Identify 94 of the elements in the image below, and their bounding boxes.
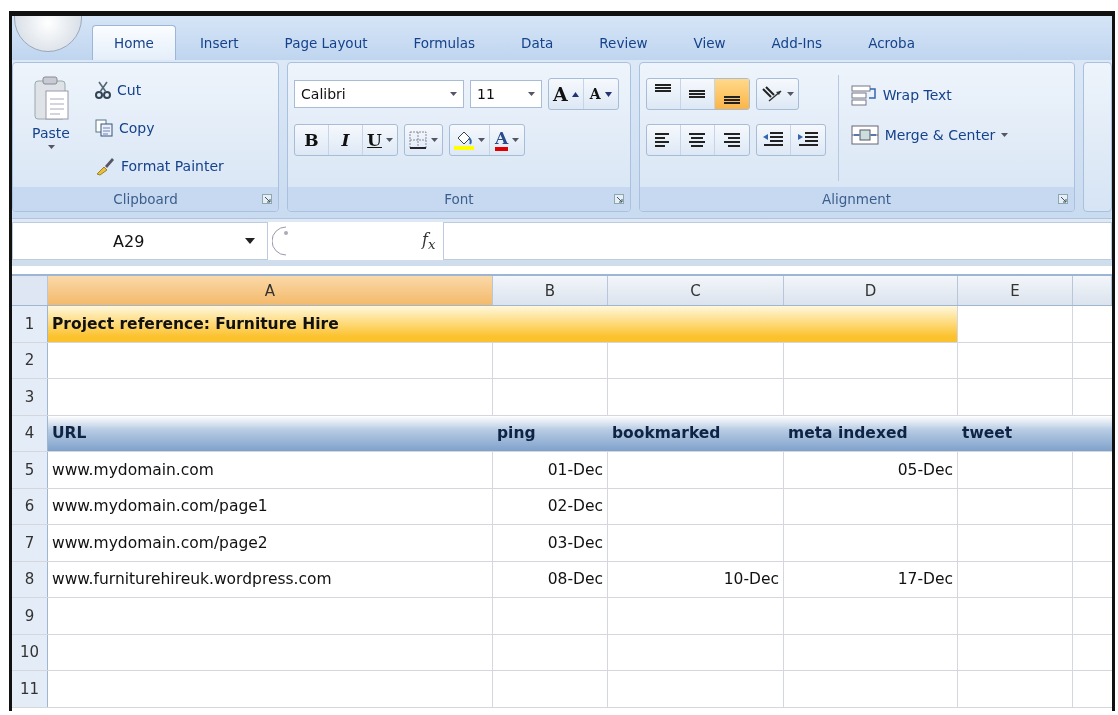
table-cell: www.mydomain.com/page2 [48,525,493,561]
ribbon-tab[interactable]: Add-Ins [749,25,845,60]
angled-text-icon [760,85,783,103]
indent-left-icon [762,131,785,149]
ribbon-tab[interactable]: View [671,25,748,60]
indent-right-icon [796,131,819,149]
group-label: Alignment [822,191,892,207]
wrap-text-icon [850,84,877,106]
title-cell: Project reference: Furniture Hire [48,306,958,342]
table-cell: 08-Dec [493,561,608,597]
name-box[interactable]: A29 [12,222,268,260]
ribbon-tab[interactable]: Insert [177,25,261,60]
table-cell: www.mydomain.com/page1 [48,488,493,524]
wrap-text-button[interactable]: Wrap Text [850,75,1009,115]
table-cell: 03-Dec [493,525,608,561]
italic-button[interactable]: I [329,125,364,155]
table-cell: www.mydomain.com [48,452,493,488]
table-cell: 17-Dec [784,561,958,597]
copy-icon [95,119,113,137]
align-lines-icon [723,96,740,104]
column-header[interactable]: C [608,276,784,305]
borders-icon [409,131,428,149]
column-header[interactable]: B [493,276,608,305]
table-cell: 01-Dec [493,452,608,488]
align-lines-icon [655,84,672,92]
font-size-field[interactable]: 11 [470,80,543,108]
row-number[interactable]: 11 [12,671,48,707]
align-bottom-button[interactable] [714,79,749,109]
formula-input[interactable] [443,222,1112,260]
column-header[interactable]: D [784,276,958,305]
insert-function-button[interactable]: f$_{x}$ [422,229,436,253]
format-painter-button[interactable]: Format Painter [91,147,228,185]
table-cell: 02-Dec [493,488,608,524]
column-header[interactable]: E [958,276,1073,305]
grow-font-button[interactable]: A [549,79,584,109]
row-number[interactable]: 8 [12,561,48,597]
align-lines-icon [721,130,742,150]
font-name-field[interactable]: Calibri [294,80,465,108]
dropdown-arrow-icon[interactable] [431,138,439,142]
ribbon-tab[interactable]: Home [92,25,176,60]
column-header[interactable]: A [48,276,493,305]
row-number[interactable]: 3 [12,379,48,415]
merge-center-button[interactable]: Merge & Center [850,115,1009,155]
caret-down-icon [604,91,612,97]
dropdown-arrow-icon[interactable] [528,92,536,96]
clipboard-icon [32,75,70,121]
copy-button[interactable]: Copy [91,109,228,147]
dialog-launcher-icon[interactable] [1057,194,1068,204]
table-cell: www.furniturehireuk.wordpress.com [48,561,493,597]
column-heading: tweet [961,423,1014,445]
dropdown-arrow-icon[interactable] [786,92,794,96]
dialog-launcher-icon[interactable] [262,194,273,204]
scissors-icon [95,81,111,99]
row-number[interactable]: 5 [12,452,48,488]
caret-up-icon [571,91,579,97]
dropdown-arrow-icon[interactable] [47,145,55,149]
align-lines-icon [687,130,708,150]
align-lines-icon [689,90,706,98]
row-number[interactable]: 9 [12,598,48,634]
paintbrush-icon [95,156,115,176]
group-label: Font [444,191,474,207]
paste-button[interactable]: Paste [19,71,83,187]
dropdown-arrow-icon[interactable] [385,138,393,142]
column-heading: URL [51,423,88,445]
dropdown-arrow-icon[interactable] [1001,133,1009,137]
column-heading: ping [496,423,537,445]
dropdown-arrow-icon[interactable] [245,238,255,244]
ribbon-tab[interactable]: Acroba [846,25,937,60]
ribbon-tab[interactable]: Data [499,25,576,60]
group-label: Clipboard [113,191,178,207]
dropdown-arrow-icon[interactable] [512,138,520,142]
bold-button[interactable]: B [295,125,330,155]
row-number[interactable]: 7 [12,525,48,561]
table-cell: 05-Dec [784,452,958,488]
paint-bucket-icon [454,130,475,150]
merge-cells-icon [850,124,879,146]
dropdown-arrow-icon[interactable] [478,138,486,142]
column-heading: bookmarked [611,423,722,445]
row-number[interactable]: 1 [12,306,48,342]
row-number[interactable]: 4 [12,415,48,451]
row-number[interactable]: 10 [12,634,48,670]
dropdown-arrow-icon[interactable] [450,92,458,96]
table-cell: 10-Dec [608,561,784,597]
row-number[interactable]: 2 [12,342,48,378]
dialog-launcher-icon[interactable] [613,194,624,204]
row-number[interactable]: 6 [12,488,48,524]
paste-label: Paste [32,125,70,141]
cut-button[interactable]: Cut [91,71,228,109]
underline-button[interactable]: U [363,125,398,155]
column-heading: meta indexed [787,423,909,445]
ribbon-tab[interactable]: Formulas [391,25,498,60]
ribbon-tab[interactable]: Review [577,25,670,60]
ribbon-tab[interactable]: Page Layout [262,25,390,60]
shrink-font-button[interactable]: A [583,79,618,109]
